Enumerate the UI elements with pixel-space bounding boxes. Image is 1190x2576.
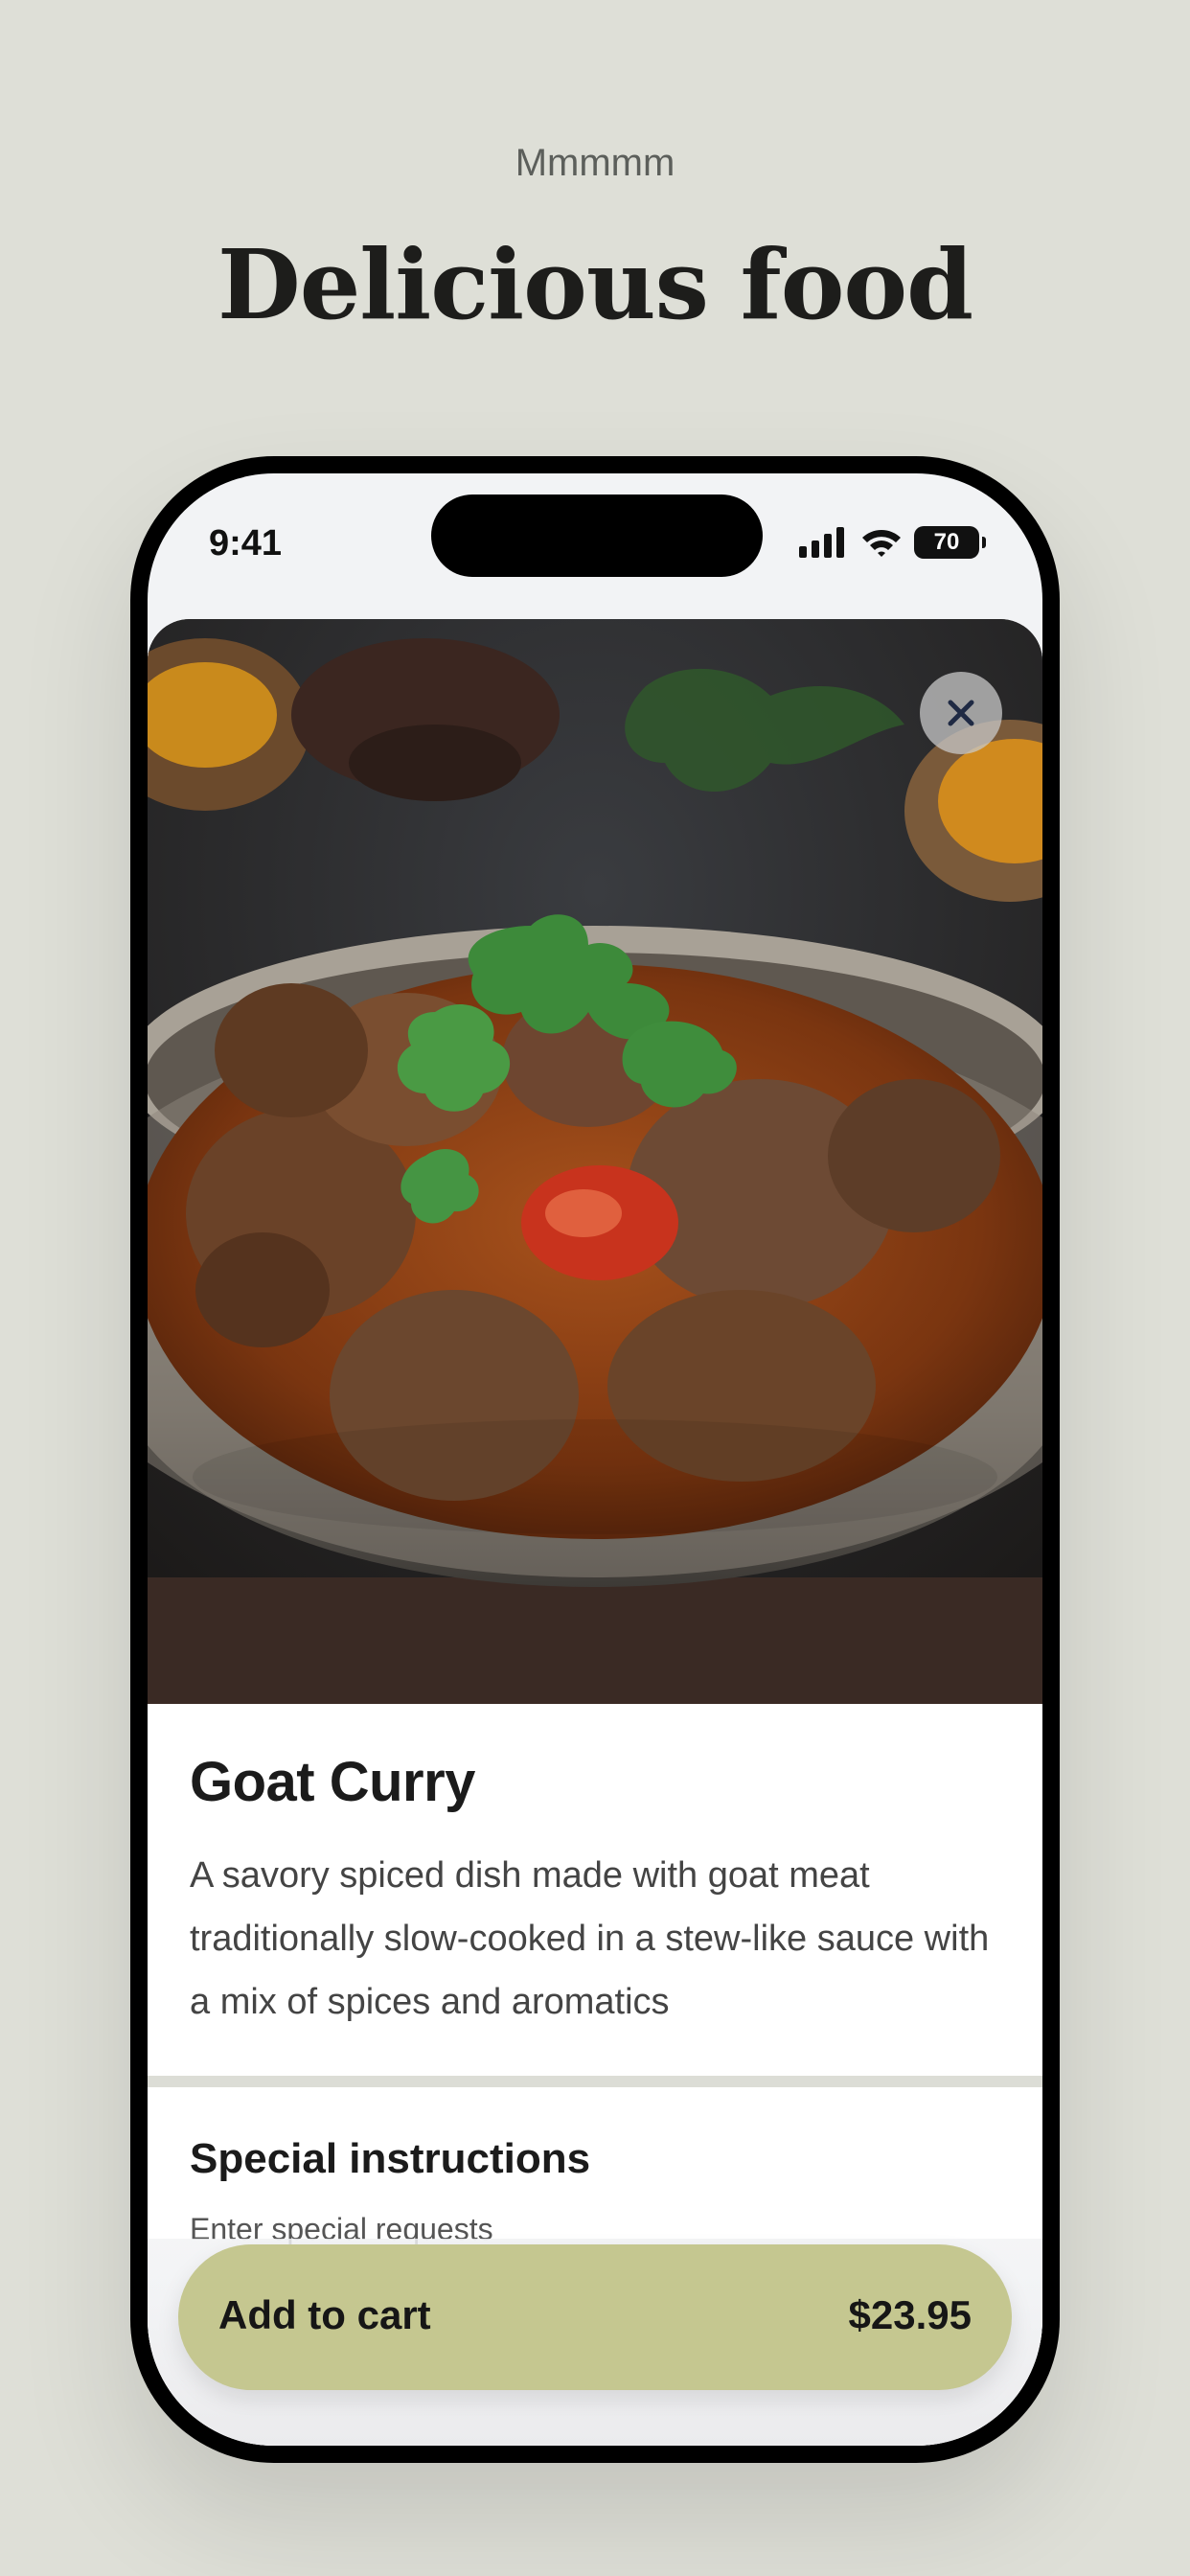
item-title: Goat Curry	[190, 1751, 475, 1813]
page-headline: Delicious food	[217, 228, 973, 341]
status-time: 9:41	[209, 523, 283, 564]
wifi-icon	[862, 530, 901, 557]
phone-screen: 9:41 70 Goat Curry A savory spiced dish …	[148, 473, 1042, 2446]
item-detail-sheet: Goat Curry A savory spiced dish made wit…	[148, 619, 1042, 2446]
add-to-cart-button[interactable]: Add to cart $23.95	[178, 2244, 1012, 2390]
goat-curry-photo	[148, 619, 1042, 1704]
status-icons: 70	[799, 525, 986, 560]
section-divider	[148, 2076, 1042, 2087]
cart-price: $23.95	[848, 2292, 972, 2337]
item-description: A savory spiced dish made with goat meat…	[190, 1855, 990, 2022]
special-instructions-title: Special instructions	[190, 2135, 591, 2182]
page-kicker: Mmmmm	[515, 142, 675, 184]
battery-icon: 70	[914, 526, 986, 559]
dynamic-island	[431, 494, 763, 577]
status-bar: 9:41 70	[148, 473, 1042, 617]
close-button[interactable]	[920, 672, 1002, 754]
close-icon	[948, 700, 974, 726]
signal-icon	[799, 527, 844, 558]
phone-frame: 9:41 70 Goat Curry A savory spiced dish …	[130, 456, 1060, 2463]
add-to-cart-label: Add to cart	[218, 2292, 431, 2337]
